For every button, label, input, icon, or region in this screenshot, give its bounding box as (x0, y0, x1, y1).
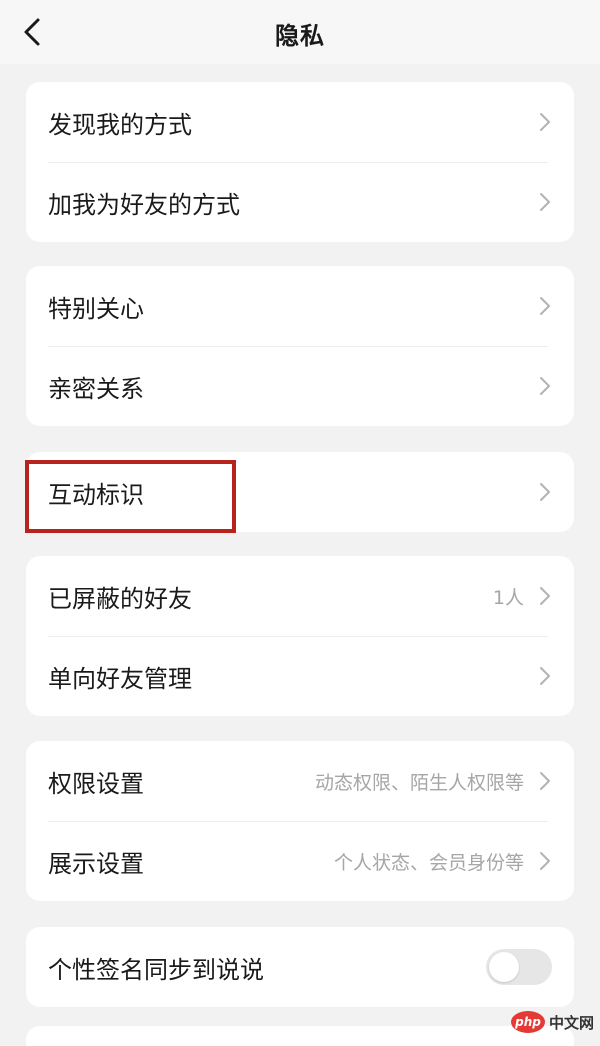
signature-sync-toggle[interactable] (486, 949, 552, 985)
row-label: 发现我的方式 (48, 110, 192, 139)
chevron-right-icon (538, 375, 552, 397)
blocked-count: 1人 (492, 586, 524, 609)
chevron-right-icon (538, 191, 552, 213)
permission-summary: 动态权限、陌生人权限等 (314, 771, 524, 794)
watermark: php 中文网 (510, 1011, 594, 1033)
next-group-edge (26, 1026, 574, 1046)
nav-bar: 隐私 (0, 0, 600, 64)
chevron-right-icon (538, 481, 552, 503)
chevron-right-icon (538, 111, 552, 133)
page-title: 隐私 (275, 22, 325, 50)
row-label: 已屏蔽的好友 (48, 584, 192, 613)
settings-group-signature: 个性签名同步到说说 (26, 927, 574, 1007)
row-label: 加我为好友的方式 (48, 190, 240, 219)
row-signature-sync: 个性签名同步到说说 (26, 927, 574, 1007)
php-logo: php (510, 1011, 545, 1033)
row-blocked-friends[interactable]: 已屏蔽的好友 1人 (26, 556, 574, 636)
row-label: 权限设置 (48, 769, 144, 798)
row-label: 个性签名同步到说说 (48, 955, 264, 984)
settings-group-permissions: 权限设置 动态权限、陌生人权限等 展示设置 个人状态、会员身份等 (26, 741, 574, 901)
row-intimate-relationship[interactable]: 亲密关系 (26, 346, 574, 426)
toggle-knob (489, 952, 519, 982)
row-display-settings[interactable]: 展示设置 个人状态、会员身份等 (26, 821, 574, 901)
chevron-right-icon (538, 295, 552, 317)
chevron-right-icon (538, 850, 552, 872)
row-label: 互动标识 (48, 480, 144, 509)
row-interaction-badge[interactable]: 互动标识 (26, 452, 574, 532)
settings-group-interaction: 互动标识 (26, 452, 574, 532)
row-special-care[interactable]: 特别关心 (26, 266, 574, 346)
row-one-way-friends[interactable]: 单向好友管理 (26, 636, 574, 716)
settings-group-relationships: 特别关心 亲密关系 (26, 266, 574, 426)
row-label: 特别关心 (48, 294, 144, 323)
row-label: 单向好友管理 (48, 664, 192, 693)
settings-group-friends: 已屏蔽的好友 1人 单向好友管理 (26, 556, 574, 716)
settings-group-discovery: 发现我的方式 加我为好友的方式 (26, 82, 574, 242)
watermark-text: 中文网 (548, 1013, 594, 1032)
row-label: 亲密关系 (48, 374, 144, 403)
chevron-right-icon (538, 770, 552, 792)
display-summary: 个人状态、会员身份等 (333, 851, 524, 874)
row-discovery-method[interactable]: 发现我的方式 (26, 82, 574, 162)
chevron-right-icon (538, 665, 552, 687)
row-label: 展示设置 (48, 849, 144, 878)
chevron-right-icon (538, 585, 552, 607)
row-add-friend-method[interactable]: 加我为好友的方式 (26, 162, 574, 242)
row-permission-settings[interactable]: 权限设置 动态权限、陌生人权限等 (26, 741, 574, 821)
